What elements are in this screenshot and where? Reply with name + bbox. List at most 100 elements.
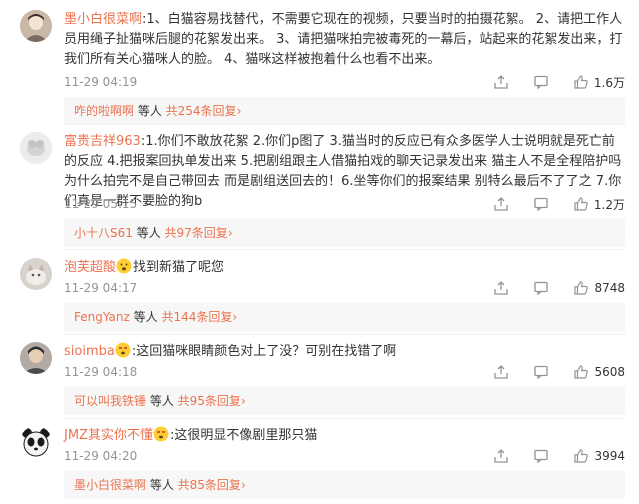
reply-others: 等人 bbox=[134, 104, 166, 118]
reply-summary[interactable]: 小十八S61 等人 共97条回复› bbox=[64, 219, 625, 247]
like-button[interactable]: 5608 bbox=[573, 364, 625, 380]
emoji-face-icon bbox=[115, 342, 131, 358]
like-button[interactable]: 3994 bbox=[573, 448, 625, 464]
comment-actions: 3994 bbox=[469, 446, 625, 466]
comment-text: sioimba :这回猫咪眼睛颜色对上了没？可别在找错了啊 bbox=[64, 342, 625, 362]
like-count: 3994 bbox=[594, 449, 625, 463]
avatar[interactable] bbox=[20, 258, 52, 290]
comment-icon bbox=[534, 449, 549, 464]
share-icon bbox=[494, 197, 508, 211]
reply-arrow: › bbox=[227, 226, 233, 240]
reply-count[interactable]: 共85条回复 bbox=[178, 478, 241, 492]
comment-icon bbox=[534, 365, 549, 380]
comment-time: 11-29 05:15 bbox=[64, 197, 138, 211]
comment-time: 11-29 04:20 bbox=[64, 449, 138, 463]
like-icon bbox=[574, 75, 588, 89]
share-icon bbox=[494, 75, 508, 89]
share-button[interactable] bbox=[493, 196, 509, 212]
reply-summary[interactable]: 咋的啦啊啊 等人 共254条回复› bbox=[64, 97, 625, 125]
reply-arrow: › bbox=[232, 310, 238, 324]
like-button[interactable]: 1.6万 bbox=[573, 74, 625, 91]
share-button[interactable] bbox=[493, 280, 509, 296]
comment-text: JMZ其实你不懂 :这很明显不像剧里那只猫 bbox=[64, 426, 625, 446]
comment-time: 11-29 04:18 bbox=[64, 365, 138, 379]
reply-count[interactable]: 共97条回复 bbox=[165, 226, 228, 240]
comment-content: 找到新猫了呢您 bbox=[133, 260, 225, 275]
share-button[interactable] bbox=[493, 364, 509, 380]
reply-summary[interactable]: FengYanz 等人 共144条回复› bbox=[64, 303, 625, 331]
comment-meta: 11-29 05:15 1.2万 bbox=[64, 194, 625, 214]
reply-button[interactable] bbox=[533, 196, 549, 212]
avatar[interactable] bbox=[20, 132, 52, 164]
like-icon bbox=[574, 197, 588, 211]
comment-username[interactable]: 富贵吉祥963 bbox=[64, 134, 141, 149]
divider bbox=[64, 418, 625, 419]
comment-actions: 1.6万 bbox=[469, 72, 625, 92]
comment-actions: 1.2万 bbox=[469, 194, 625, 214]
share-icon bbox=[494, 281, 509, 295]
reply-button[interactable] bbox=[533, 448, 549, 464]
reply-others: 等人 bbox=[146, 478, 178, 492]
avatar[interactable] bbox=[20, 10, 52, 42]
reply-summary[interactable]: 可以叫我铁锤 等人 共95条回复› bbox=[64, 387, 625, 415]
reply-arrow: › bbox=[240, 394, 246, 408]
like-count: 5608 bbox=[594, 365, 625, 379]
like-icon bbox=[574, 449, 589, 463]
comment-icon bbox=[534, 197, 548, 212]
reply-button[interactable] bbox=[533, 364, 549, 380]
emoji-face-icon bbox=[116, 258, 132, 274]
divider bbox=[64, 249, 625, 250]
comment-icon bbox=[534, 75, 548, 90]
share-button[interactable] bbox=[493, 74, 509, 90]
comment-actions: 8748 bbox=[469, 278, 625, 298]
like-count: 1.6万 bbox=[593, 75, 625, 90]
comment-actions: 5608 bbox=[469, 362, 625, 382]
comment-meta: 11-29 04:20 3994 bbox=[64, 446, 625, 466]
reply-count[interactable]: 共144条回复 bbox=[161, 310, 232, 324]
comment-content: :这很明显不像剧里那只猫 bbox=[169, 428, 318, 443]
share-icon bbox=[494, 449, 509, 463]
divider bbox=[64, 124, 625, 125]
reply-button[interactable] bbox=[533, 74, 549, 90]
comment-username[interactable]: 泡芙超酸 bbox=[64, 260, 116, 275]
like-icon bbox=[574, 281, 589, 295]
comment-meta: 11-29 04:19 1.6万 bbox=[64, 72, 625, 92]
avatar[interactable] bbox=[20, 426, 52, 458]
reply-username[interactable]: 咋的啦啊啊 bbox=[74, 104, 134, 118]
reply-others: 等人 bbox=[129, 310, 162, 324]
reply-arrow: › bbox=[240, 478, 246, 492]
reply-username[interactable]: 小十八S61 bbox=[74, 226, 133, 240]
comment-time: 11-29 04:19 bbox=[64, 75, 138, 89]
reply-arrow: › bbox=[236, 104, 242, 118]
comment-text: 墨小白很菜啊:1、白猫容易找替代，不需要它现在的视频，只要当时的拍摄花絮。 2、… bbox=[64, 10, 625, 70]
share-button[interactable] bbox=[493, 448, 509, 464]
comment-username[interactable]: sioimba bbox=[64, 344, 115, 359]
reply-count[interactable]: 共95条回复 bbox=[178, 394, 241, 408]
comment-text: 泡芙超酸 找到新猫了呢您 bbox=[64, 258, 625, 278]
like-button[interactable]: 1.2万 bbox=[573, 196, 625, 213]
comment-content: :1、白猫容易找替代，不需要它现在的视频，只要当时的拍摄花絮。 2、请把工作人员… bbox=[64, 12, 623, 67]
reply-username[interactable]: 可以叫我铁锤 bbox=[74, 394, 146, 408]
reply-summary[interactable]: 墨小白很菜啊 等人 共85条回复› bbox=[64, 471, 625, 499]
reply-username[interactable]: 墨小白很菜啊 bbox=[74, 478, 146, 492]
comment-meta: 11-29 04:17 8748 bbox=[64, 278, 625, 298]
comment-time: 11-29 04:17 bbox=[64, 281, 138, 295]
reply-others: 等人 bbox=[146, 394, 178, 408]
divider bbox=[64, 334, 625, 335]
like-button[interactable]: 8748 bbox=[573, 280, 625, 296]
reply-username[interactable]: FengYanz bbox=[74, 310, 130, 324]
reply-button[interactable] bbox=[533, 280, 549, 296]
emoji-face-icon bbox=[153, 426, 169, 442]
comment-icon bbox=[534, 281, 549, 296]
comment-username[interactable]: 墨小白很菜啊 bbox=[64, 12, 142, 27]
comment-username[interactable]: JMZ其实你不懂 bbox=[64, 428, 153, 443]
like-count: 1.2万 bbox=[593, 197, 625, 212]
avatar[interactable] bbox=[20, 342, 52, 374]
reply-count[interactable]: 共254条回复 bbox=[166, 104, 237, 118]
like-icon bbox=[574, 365, 589, 379]
reply-others: 等人 bbox=[132, 226, 165, 240]
like-count: 8748 bbox=[594, 281, 625, 295]
comment-content: :这回猫咪眼睛颜色对上了没？可别在找错了啊 bbox=[131, 344, 397, 359]
comment-meta: 11-29 04:18 5608 bbox=[64, 362, 625, 382]
share-icon bbox=[494, 365, 509, 379]
